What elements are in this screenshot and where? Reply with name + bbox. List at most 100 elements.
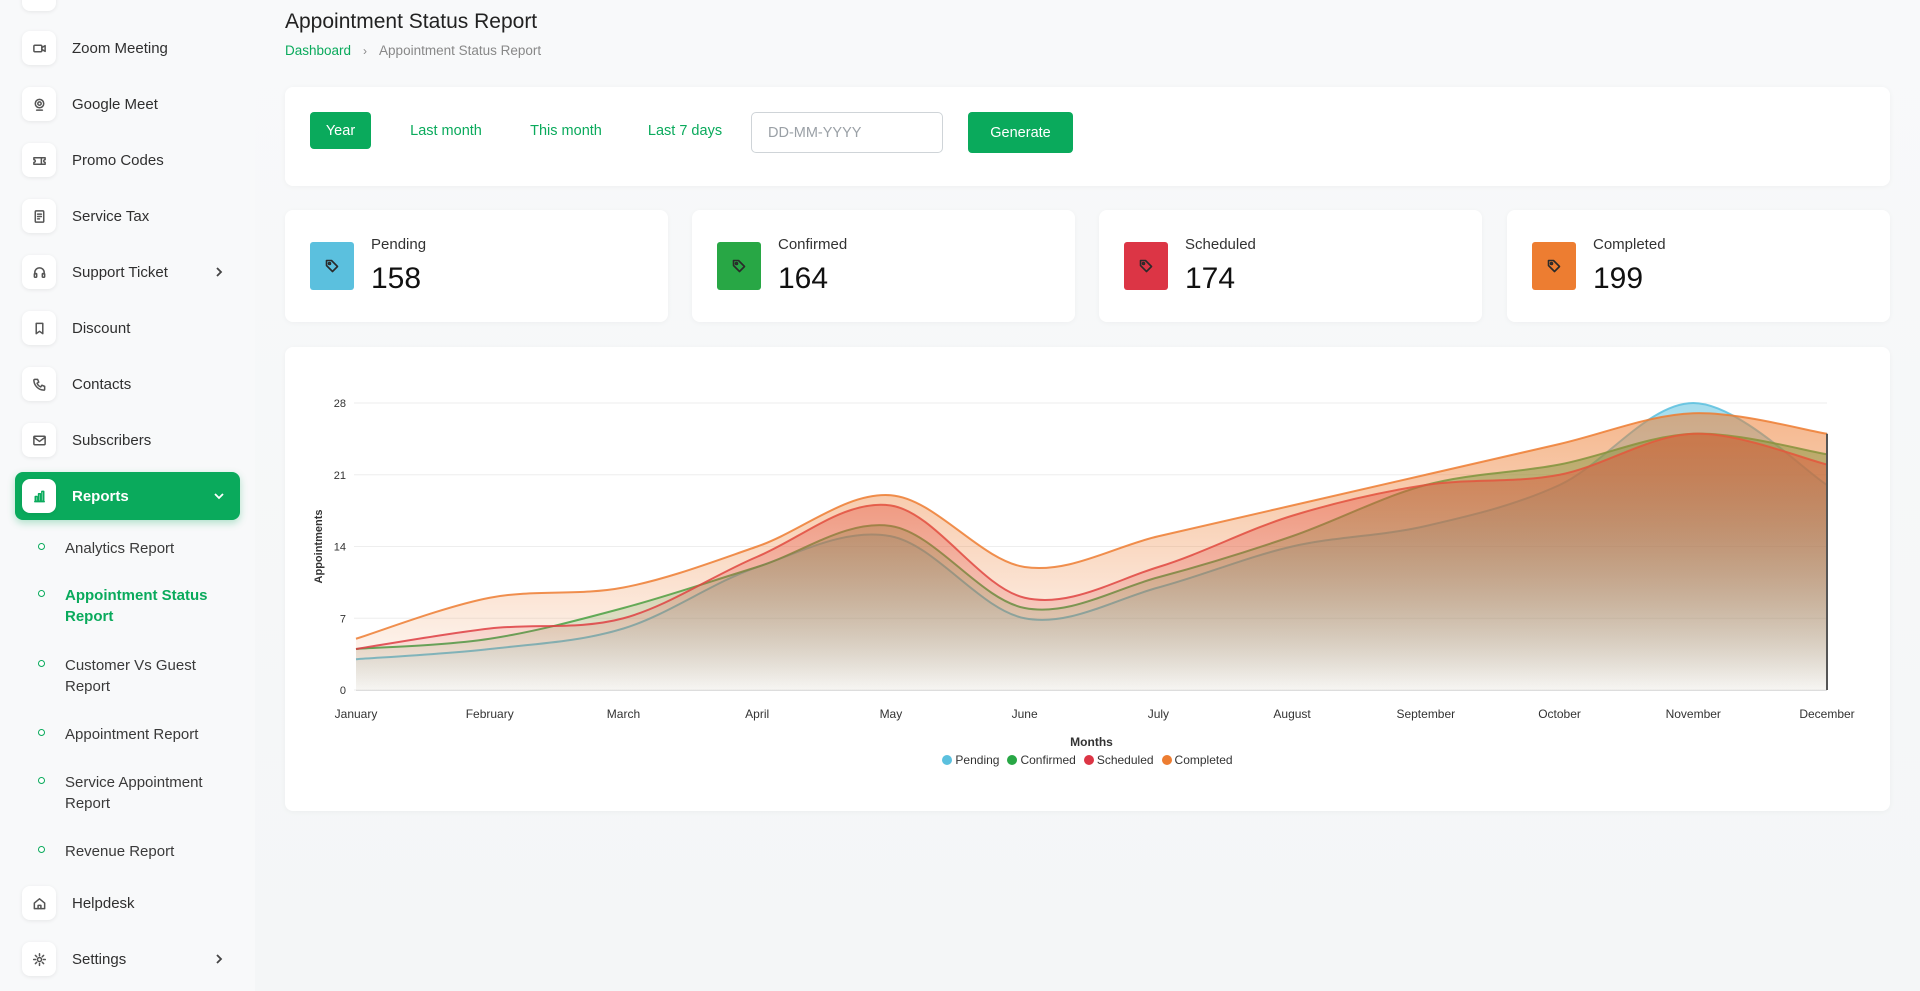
chart-card: 0 7 14 21 28 January February March April May June… bbox=[285, 347, 1890, 811]
webcam-icon bbox=[22, 87, 56, 121]
x-tick-label: May bbox=[880, 707, 903, 721]
legend-marker bbox=[1161, 755, 1172, 765]
gear-icon bbox=[22, 942, 56, 976]
bullet-icon bbox=[38, 590, 45, 597]
page-title: Appointment Status Report bbox=[285, 10, 538, 33]
sidebar-subitem-label: Revenue Report bbox=[65, 843, 175, 860]
sidebar-subitem-service-appointment-report[interactable]: Service Appointment Report bbox=[38, 772, 238, 814]
sidebar-item-discount[interactable]: Discount bbox=[15, 304, 240, 352]
ticket-icon bbox=[22, 143, 56, 177]
bookmark-icon bbox=[22, 311, 56, 345]
home-icon bbox=[22, 886, 56, 920]
legend-item[interactable]: Scheduled bbox=[1083, 753, 1154, 767]
sidebar-subitem-revenue-report[interactable]: Revenue Report bbox=[38, 841, 238, 862]
sidebar-item-label: Discount bbox=[72, 319, 131, 337]
legend-item[interactable]: Pending bbox=[942, 753, 999, 767]
filter-year-button[interactable]: Year bbox=[310, 112, 371, 149]
sidebar-subitem-label: Appointment Report bbox=[65, 726, 199, 743]
sidebar-item-zoom[interactable]: Zoom Meeting bbox=[15, 24, 240, 72]
x-tick-label: August bbox=[1273, 707, 1311, 721]
chevron-down-icon bbox=[212, 489, 226, 503]
legend-marker bbox=[1007, 755, 1018, 765]
sidebar-item-contacts[interactable]: Contacts bbox=[15, 360, 240, 408]
breadcrumb-current: Appointment Status Report bbox=[379, 43, 542, 58]
bar-chart-icon bbox=[22, 479, 56, 513]
tag-icon bbox=[717, 242, 761, 290]
x-tick-label: November bbox=[1666, 707, 1721, 721]
tag-icon bbox=[1532, 242, 1576, 290]
app-icon bbox=[22, 0, 56, 11]
stat-label: Pending bbox=[371, 236, 427, 253]
stat-label: Completed bbox=[1593, 236, 1666, 253]
bullet-icon bbox=[38, 660, 45, 667]
bullet-icon bbox=[38, 777, 45, 784]
filter-last-7-days-button[interactable]: Last 7 days bbox=[633, 112, 737, 149]
breadcrumb-dashboard-link[interactable]: Dashboard bbox=[285, 43, 351, 58]
appointment-status-chart: 0 7 14 21 28 January February March April May June… bbox=[313, 398, 1855, 749]
x-tick-label: July bbox=[1148, 707, 1169, 721]
sidebar-item-helpdesk[interactable]: Helpdesk bbox=[15, 879, 240, 927]
sidebar-item-partial[interactable] bbox=[15, 0, 240, 18]
bullet-icon bbox=[38, 729, 45, 736]
stat-value: 199 bbox=[1593, 262, 1644, 295]
legend-label: Completed bbox=[1174, 753, 1233, 767]
legend-item[interactable]: Completed bbox=[1161, 753, 1233, 767]
sidebar-subitem-label: Customer Vs Guest Report bbox=[65, 657, 196, 695]
sidebar-item-label: Support Ticket bbox=[72, 263, 168, 281]
sidebar-subitem-analytics-report[interactable]: Analytics Report bbox=[38, 538, 238, 559]
sidebar-item-support-ticket[interactable]: Support Ticket bbox=[15, 248, 240, 296]
sidebar-item-label: Reports bbox=[72, 487, 129, 505]
stat-value: 174 bbox=[1185, 262, 1236, 295]
sidebar-subitem-label: Service Appointment Report bbox=[65, 774, 203, 812]
sidebar-item-settings[interactable]: Settings bbox=[15, 935, 240, 983]
stat-card-pending: Pending 158 bbox=[285, 210, 668, 322]
phone-icon bbox=[22, 367, 56, 401]
series-area-completed bbox=[356, 413, 1827, 690]
legend-marker bbox=[1083, 755, 1094, 765]
y-tick-label: 14 bbox=[334, 542, 346, 554]
headset-icon bbox=[22, 255, 56, 289]
bullet-icon bbox=[38, 846, 45, 853]
filter-last-month-button[interactable]: Last month bbox=[393, 112, 499, 149]
y-axis-title: Appointments bbox=[313, 510, 325, 584]
tag-icon bbox=[310, 242, 354, 290]
sidebar-item-label: Google Meet bbox=[72, 95, 158, 113]
sidebar-subitem-appointment-report[interactable]: Appointment Report bbox=[38, 724, 238, 745]
x-tick-label: June bbox=[1012, 707, 1038, 721]
sidebar-subitem-label: Analytics Report bbox=[65, 540, 175, 557]
stat-value: 164 bbox=[778, 262, 829, 295]
filter-this-month-button[interactable]: This month bbox=[514, 112, 618, 149]
legend-label: Pending bbox=[955, 753, 1000, 767]
legend-item[interactable]: Confirmed bbox=[1007, 753, 1076, 767]
legend-marker bbox=[942, 755, 953, 765]
date-input[interactable] bbox=[751, 112, 943, 153]
sidebar-item-label: Zoom Meeting bbox=[72, 39, 168, 57]
sidebar-item-label: Service Tax bbox=[72, 207, 150, 225]
y-tick-label: 28 bbox=[334, 398, 346, 410]
sidebar-item-label: Subscribers bbox=[72, 431, 152, 449]
bullet-icon bbox=[38, 543, 45, 550]
sidebar-item-google-meet[interactable]: Google Meet bbox=[15, 80, 240, 128]
y-tick-label: 21 bbox=[334, 470, 346, 482]
stat-card-scheduled: Scheduled 174 bbox=[1099, 210, 1482, 322]
y-tick-label: 7 bbox=[340, 613, 346, 625]
sidebar-item-subscribers[interactable]: Subscribers bbox=[15, 416, 240, 464]
x-tick-label: December bbox=[1799, 707, 1854, 721]
sidebar-item-label: Settings bbox=[72, 950, 127, 968]
stat-value: 158 bbox=[371, 262, 422, 295]
sidebar-item-service-tax[interactable]: Service Tax bbox=[15, 192, 240, 240]
sidebar: Zoom Meeting Google Meet Promo Codes Ser… bbox=[0, 0, 255, 991]
sidebar-item-label: Contacts bbox=[72, 375, 132, 393]
stat-label: Scheduled bbox=[1185, 236, 1256, 253]
sidebar-subitem-label: Appointment Status Report bbox=[65, 587, 208, 625]
sidebar-subitem-customer-vs-guest-report[interactable]: Customer Vs Guest Report bbox=[38, 655, 238, 697]
generate-button[interactable]: Generate bbox=[968, 112, 1073, 153]
x-tick-label: January bbox=[335, 707, 378, 721]
x-axis-title: Months bbox=[1070, 735, 1113, 749]
chart-legend: Pending Confirmed Scheduled Completed bbox=[285, 753, 1890, 767]
mail-icon bbox=[22, 423, 56, 457]
sidebar-subitem-appointment-status-report[interactable]: Appointment Status Report bbox=[38, 585, 238, 627]
x-tick-label: September bbox=[1396, 707, 1455, 721]
sidebar-item-reports[interactable]: Reports bbox=[15, 472, 240, 520]
sidebar-item-promo-codes[interactable]: Promo Codes bbox=[15, 136, 240, 184]
